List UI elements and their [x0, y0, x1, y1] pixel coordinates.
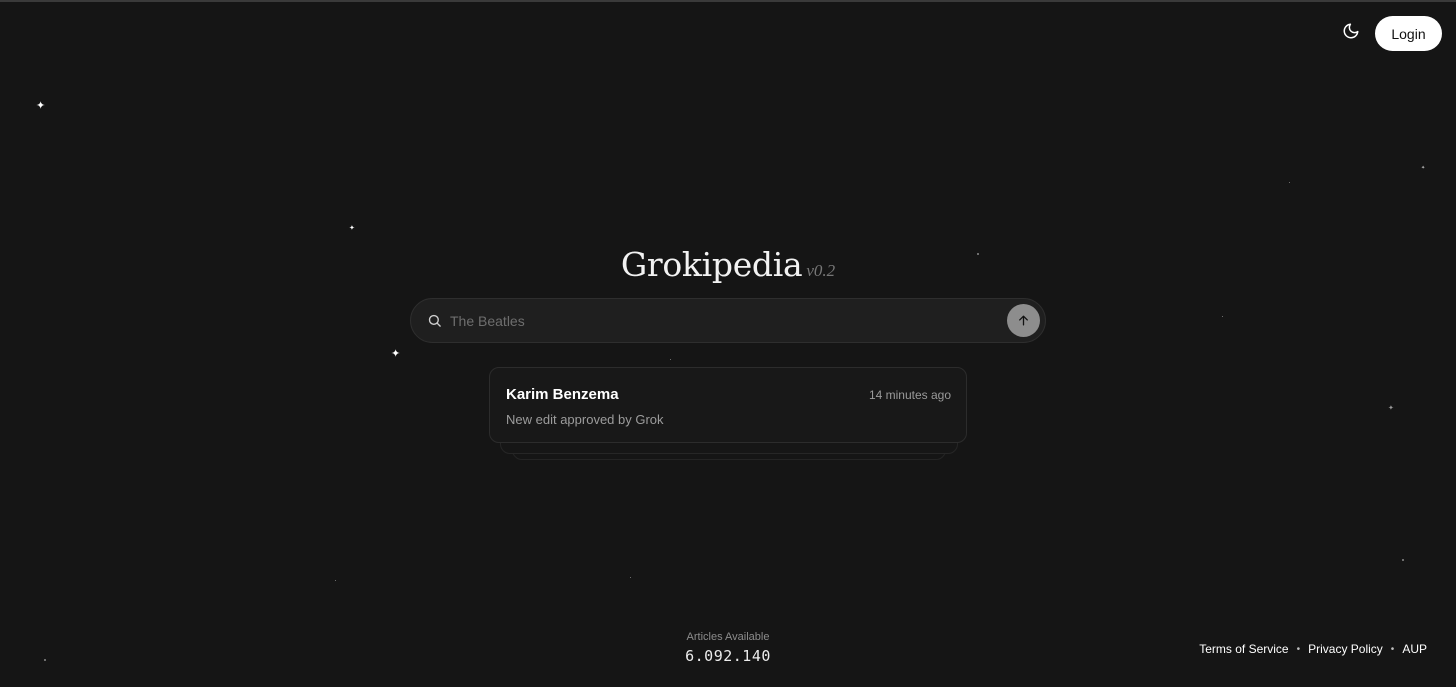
footer-links: Terms of Service • Privacy Policy • AUP [1199, 642, 1427, 656]
brand-name: Grokipedia [620, 245, 803, 284]
login-button[interactable]: Login [1375, 16, 1442, 51]
sparkle-icon: ✦ [1421, 165, 1426, 171]
footer-separator: • [1296, 643, 1301, 655]
sparkle-icon: ✦ [36, 100, 46, 112]
site-title: Grokipedia v0.2 [0, 245, 1456, 284]
page: ✦ ✦ ✦ ✦ ✦ Login Grokipedia v0.2 The Beat… [0, 0, 1456, 687]
search-input[interactable] [442, 298, 1007, 343]
privacy-policy-link[interactable]: Privacy Policy [1308, 642, 1383, 656]
sparkle-icon: ✦ [349, 225, 355, 232]
sparkle-icon: ✦ [391, 348, 401, 360]
star-dot [670, 359, 671, 360]
theme-toggle-button[interactable] [1340, 22, 1362, 44]
aup-link[interactable]: AUP [1402, 642, 1427, 656]
article-title: Karim Benzema [506, 386, 619, 403]
edit-description: New edit approved by Grok [506, 412, 664, 427]
footer-separator: • [1390, 643, 1395, 655]
edit-timestamp: 14 minutes ago [868, 388, 951, 402]
search-bar [410, 298, 1046, 343]
terms-of-service-link[interactable]: Terms of Service [1199, 642, 1288, 656]
search-submit-button[interactable] [1007, 304, 1040, 337]
star-dot [335, 580, 336, 581]
star-dot [630, 577, 631, 578]
star-dot [1222, 316, 1223, 317]
star-dot [1402, 559, 1404, 561]
moon-icon [1342, 22, 1360, 45]
sparkle-icon: ✦ [1388, 405, 1394, 412]
brand-version: v0.2 [806, 261, 836, 280]
recent-edit-card[interactable]: Karim Benzema 14 minutes ago New edit ap… [489, 367, 967, 443]
star-dot [1289, 182, 1290, 183]
search-icon [426, 313, 442, 329]
arrow-up-icon [1017, 314, 1030, 327]
